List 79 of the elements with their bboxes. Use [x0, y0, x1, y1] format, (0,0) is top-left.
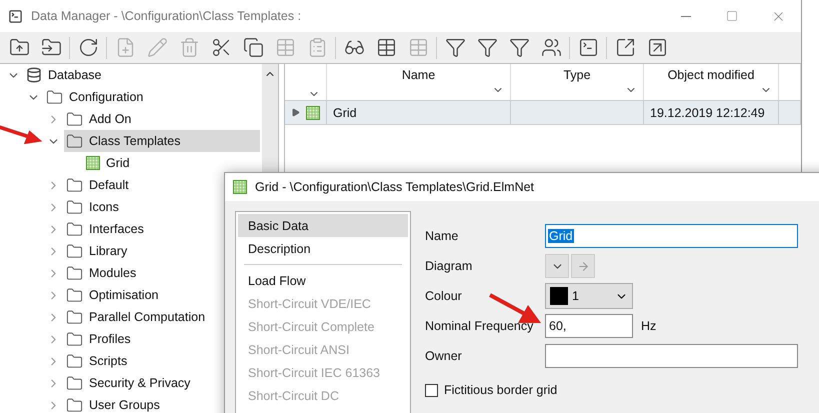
- arrow-button[interactable]: [571, 254, 595, 278]
- field-label: Name: [425, 229, 460, 243]
- folder-icon: [66, 396, 83, 413]
- table-cell: 19.12.2019 12:12:49: [644, 101, 779, 124]
- folder-icon: [66, 264, 83, 282]
- expand-triangle-icon[interactable]: [291, 108, 300, 117]
- funnel-icon: [508, 37, 530, 58]
- folder-icon: [66, 308, 83, 326]
- folder-icon: [66, 198, 83, 216]
- folder-icon: [66, 176, 83, 194]
- tree-item[interactable]: Add On: [64, 108, 140, 130]
- folder-icon: [46, 88, 63, 106]
- database-icon: [26, 67, 42, 83]
- dialog-title: Grid - \Configuration\Class Templates\Grid.ElmNet: [255, 180, 534, 194]
- tree-item[interactable]: Library: [64, 240, 136, 262]
- checkbox-label: Fictitious border grid: [444, 383, 558, 397]
- tree-item[interactable]: Modules: [64, 262, 144, 284]
- colour-dropdown[interactable]: 1: [545, 283, 633, 309]
- table-icon: [274, 37, 296, 58]
- folder-icon: [66, 330, 83, 348]
- tree-item[interactable]: Grid: [84, 152, 138, 174]
- folder-icon: [66, 110, 83, 128]
- users-icon: [540, 37, 562, 58]
- grid-icon: [306, 106, 320, 120]
- column-header[interactable]: Name: [327, 64, 511, 100]
- field-label: Colour: [425, 289, 463, 303]
- folder-icon: [66, 286, 83, 304]
- tree-item[interactable]: Icons: [64, 196, 127, 218]
- column-header[interactable]: Type: [511, 64, 644, 100]
- grid-icon: [86, 156, 100, 170]
- nav-item[interactable]: Description: [238, 237, 408, 260]
- folder-up-icon: [8, 37, 30, 58]
- window-title: Data Manager - \Configuration\Class Templates :: [31, 9, 302, 23]
- tree-item[interactable]: Parallel Computation: [64, 306, 214, 328]
- field-label: Nominal Frequency: [425, 319, 534, 333]
- window-icon: [8, 8, 23, 24]
- folder-icon: [66, 374, 83, 392]
- dropdown-button[interactable]: [545, 254, 569, 278]
- tree-item[interactable]: Profiles: [64, 328, 139, 350]
- funnel-icon: [444, 37, 466, 58]
- tree-item[interactable]: Scripts: [64, 350, 136, 372]
- funnel-icon: [476, 37, 498, 58]
- field-label: Diagram: [425, 259, 474, 273]
- arrow-icon: [576, 260, 590, 272]
- tree-item[interactable]: Interfaces: [64, 218, 152, 240]
- table-icon: [408, 37, 428, 58]
- grid-icon: [233, 180, 247, 194]
- terminal-icon: [578, 37, 598, 58]
- refresh-icon: [78, 37, 98, 58]
- maximize-icon: [726, 10, 738, 22]
- column-header[interactable]: Object modified: [644, 64, 779, 100]
- table-icon: [376, 37, 396, 58]
- input-field[interactable]: [545, 344, 798, 368]
- tree-item[interactable]: Optimisation: [64, 284, 166, 306]
- table-row[interactable]: Grid 19.12.2019 12:12:49: [285, 101, 801, 125]
- folder-icon: [66, 242, 83, 260]
- folder-arrow-icon: [40, 37, 62, 58]
- table-cell: Grid: [327, 101, 511, 124]
- box-arrow-icon: [614, 37, 636, 58]
- tree-item[interactable]: Security & Privacy: [64, 372, 198, 394]
- input-field[interactable]: 60,: [545, 314, 633, 338]
- field-label: Owner: [425, 349, 463, 363]
- copy-icon: [242, 37, 264, 58]
- tree-item[interactable]: User Groups: [64, 394, 168, 413]
- folder-icon: [66, 132, 83, 150]
- tree-item[interactable]: Database: [24, 64, 110, 86]
- folder-icon: [66, 220, 83, 238]
- input-field[interactable]: Grid: [545, 224, 798, 248]
- pencil-icon: [146, 37, 168, 58]
- nav-item[interactable]: Basic Data: [238, 214, 408, 237]
- nav-item[interactable]: Load Flow: [238, 269, 408, 292]
- tree-item[interactable]: Default: [64, 174, 137, 196]
- folder-icon: [66, 352, 83, 370]
- checkbox[interactable]: [425, 384, 438, 396]
- tree-item[interactable]: Configuration: [44, 86, 152, 108]
- tree-item[interactable]: Class Templates: [64, 130, 260, 152]
- scissors-icon: [210, 37, 232, 58]
- unit-label: Hz: [641, 319, 656, 333]
- trash-icon: [178, 37, 200, 58]
